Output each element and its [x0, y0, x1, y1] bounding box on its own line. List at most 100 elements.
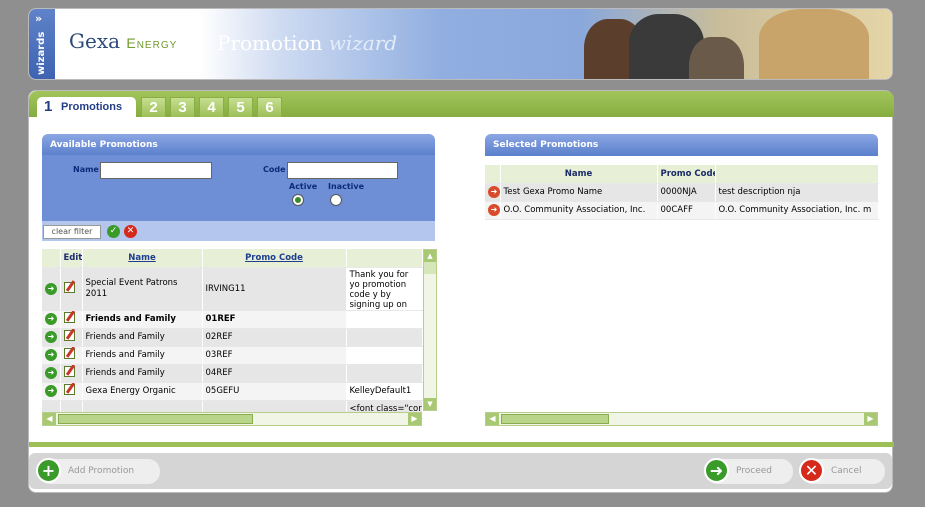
row-code: IRVING11	[202, 267, 347, 311]
scroll-thumb[interactable]	[424, 262, 436, 274]
row-name: Friends and Family	[82, 346, 203, 365]
inactive-radio[interactable]	[330, 194, 342, 206]
proceed-label: Proceed	[736, 466, 773, 476]
col-name-sort[interactable]: Name	[82, 249, 203, 268]
cancel-button[interactable]: ✕ Cancel	[799, 458, 885, 484]
col-promo-code-sort[interactable]: Promo Code	[202, 249, 347, 268]
step-tabs: 1 Promotions 2 3 4 5 6	[29, 91, 894, 118]
proceed-arrow-icon: ➜	[704, 458, 729, 483]
row-description: test description nja	[715, 183, 879, 202]
row-name: Friends and Family	[82, 364, 203, 383]
scroll-left-icon[interactable]: ◀	[486, 413, 499, 425]
edit-icon[interactable]	[63, 384, 75, 395]
go-arrow-icon[interactable]: ➜	[45, 282, 57, 295]
table-row[interactable]: ➜ O.O. Community Association, Inc. 00CAF…	[485, 201, 879, 220]
scroll-right-icon[interactable]: ▶	[408, 413, 421, 425]
logo-energy: Energy	[126, 35, 178, 51]
clear-filter-button[interactable]: clear filter	[43, 225, 101, 239]
row-code: 04REF	[202, 364, 347, 383]
available-horizontal-scrollbar[interactable]: ◀ ▶	[42, 412, 422, 426]
tab-step-6[interactable]: 6	[257, 97, 282, 117]
table-header-row: Edit Name Promo Code	[42, 249, 423, 268]
edit-icon[interactable]	[63, 366, 75, 377]
go-arrow-icon[interactable]: ➜	[45, 349, 57, 361]
available-promotions-header: Available Promotions	[42, 134, 435, 156]
selected-horizontal-scrollbar[interactable]: ◀ ▶	[485, 412, 878, 426]
col-promo-code: Promo Code	[657, 165, 716, 184]
table-row[interactable]: ➜ Friends and Family 04REF	[42, 364, 423, 383]
edit-icon[interactable]	[63, 281, 75, 293]
table-row[interactable]: ➜ Friends and Family 01REF	[42, 310, 423, 329]
tab-label: Promotions	[61, 101, 123, 113]
scroll-thumb[interactable]	[58, 414, 253, 424]
row-description: Thank you for yo promotion code y by sig…	[346, 267, 423, 311]
chevrons-icon: »	[35, 12, 43, 25]
row-description: O.O. Community Association, Inc. m	[715, 201, 879, 220]
title-light: wizard	[328, 31, 398, 55]
go-arrow-icon[interactable]: ➜	[45, 313, 57, 325]
table-row[interactable]: ➜ Friends and Family 03REF	[42, 346, 423, 365]
apply-filter-check-icon[interactable]: ✓	[107, 225, 120, 238]
row-name: Friends and Family	[82, 310, 203, 329]
tab-promotions[interactable]: 1 Promotions	[37, 97, 136, 118]
name-filter-input[interactable]	[100, 162, 212, 179]
active-radio[interactable]	[292, 194, 304, 206]
plus-icon: +	[36, 458, 61, 483]
cancel-label: Cancel	[831, 466, 862, 476]
row-name: Gexa Energy Organic	[82, 382, 203, 401]
table-row[interactable]: ➜ Gexa Energy Organic 05GEFU KelleyDefau…	[42, 382, 423, 401]
tab-step-3[interactable]: 3	[170, 97, 195, 117]
wizard-panel: 1 Promotions 2 3 4 5 6 Available Promoti…	[28, 90, 894, 493]
proceed-button[interactable]: ➜ Proceed	[704, 458, 793, 484]
active-label: Active	[289, 182, 318, 191]
logo-gexa: Gexa	[69, 29, 121, 53]
header-banner: » wizards Gexa Energy Promotion wizard	[28, 8, 893, 80]
go-arrow-icon[interactable]: ➜	[45, 367, 57, 379]
cancel-filter-x-icon[interactable]: ✕	[124, 225, 137, 238]
row-code: 00CAFF	[657, 201, 716, 220]
remove-arrow-icon[interactable]: ➜	[488, 186, 499, 198]
row-code: 05GEFU	[202, 382, 347, 401]
scroll-thumb[interactable]	[501, 414, 609, 424]
banner-photo: Promotion wizard	[199, 9, 892, 79]
row-description	[346, 364, 423, 383]
go-arrow-icon[interactable]: ➜	[45, 385, 57, 397]
tab-number: 1	[44, 98, 53, 115]
go-arrow-icon[interactable]: ➜	[45, 331, 57, 343]
row-code: 0000NJA	[657, 183, 716, 202]
scroll-down-icon[interactable]: ▼	[424, 398, 436, 410]
edit-icon[interactable]	[63, 348, 75, 359]
wizards-tab-label: wizards	[36, 31, 47, 75]
row-name: O.O. Community Association, Inc.	[500, 201, 658, 220]
edit-icon[interactable]	[63, 312, 75, 323]
filter-actions: clear filter ✓ ✕	[42, 221, 435, 241]
row-name: Friends and Family	[82, 328, 203, 347]
row-code: 02REF	[202, 328, 347, 347]
scroll-right-icon[interactable]: ▶	[864, 413, 877, 425]
remove-arrow-icon[interactable]: ➜	[488, 204, 499, 216]
row-code: 03REF	[202, 346, 347, 365]
tab-step-2[interactable]: 2	[141, 97, 166, 117]
cancel-x-icon: ✕	[799, 458, 824, 483]
divider	[29, 442, 894, 447]
footer-bar: + Add Promotion ➜ Proceed ✕ Cancel	[29, 453, 892, 489]
row-code: 01REF	[202, 310, 347, 329]
table-row[interactable]: ➜ Friends and Family 02REF	[42, 328, 423, 347]
available-vertical-scrollbar[interactable]: ▲ ▼	[423, 249, 437, 411]
row-name: Special Event Patrons 2011	[82, 267, 203, 311]
wizards-tab[interactable]: » wizards	[29, 9, 55, 79]
tab-step-5[interactable]: 5	[228, 97, 253, 117]
family-photo-boy	[689, 37, 744, 79]
page-title: Promotion wizard	[217, 31, 397, 55]
table-row[interactable]: ➜ Test Gexa Promo Name 0000NJA test desc…	[485, 183, 879, 202]
code-filter-input[interactable]	[287, 162, 398, 179]
tab-step-4[interactable]: 4	[199, 97, 224, 117]
add-promotion-button[interactable]: + Add Promotion	[36, 458, 160, 484]
table-row[interactable]: ➜ Special Event Patrons 2011 IRVING11 Th…	[42, 267, 423, 311]
title-bold: Promotion	[217, 31, 323, 55]
scroll-up-icon[interactable]: ▲	[424, 250, 436, 262]
scroll-left-icon[interactable]: ◀	[43, 413, 56, 425]
edit-icon[interactable]	[63, 330, 75, 341]
col-edit: Edit	[60, 249, 83, 268]
gexa-energy-logo: Gexa Energy	[69, 29, 177, 53]
